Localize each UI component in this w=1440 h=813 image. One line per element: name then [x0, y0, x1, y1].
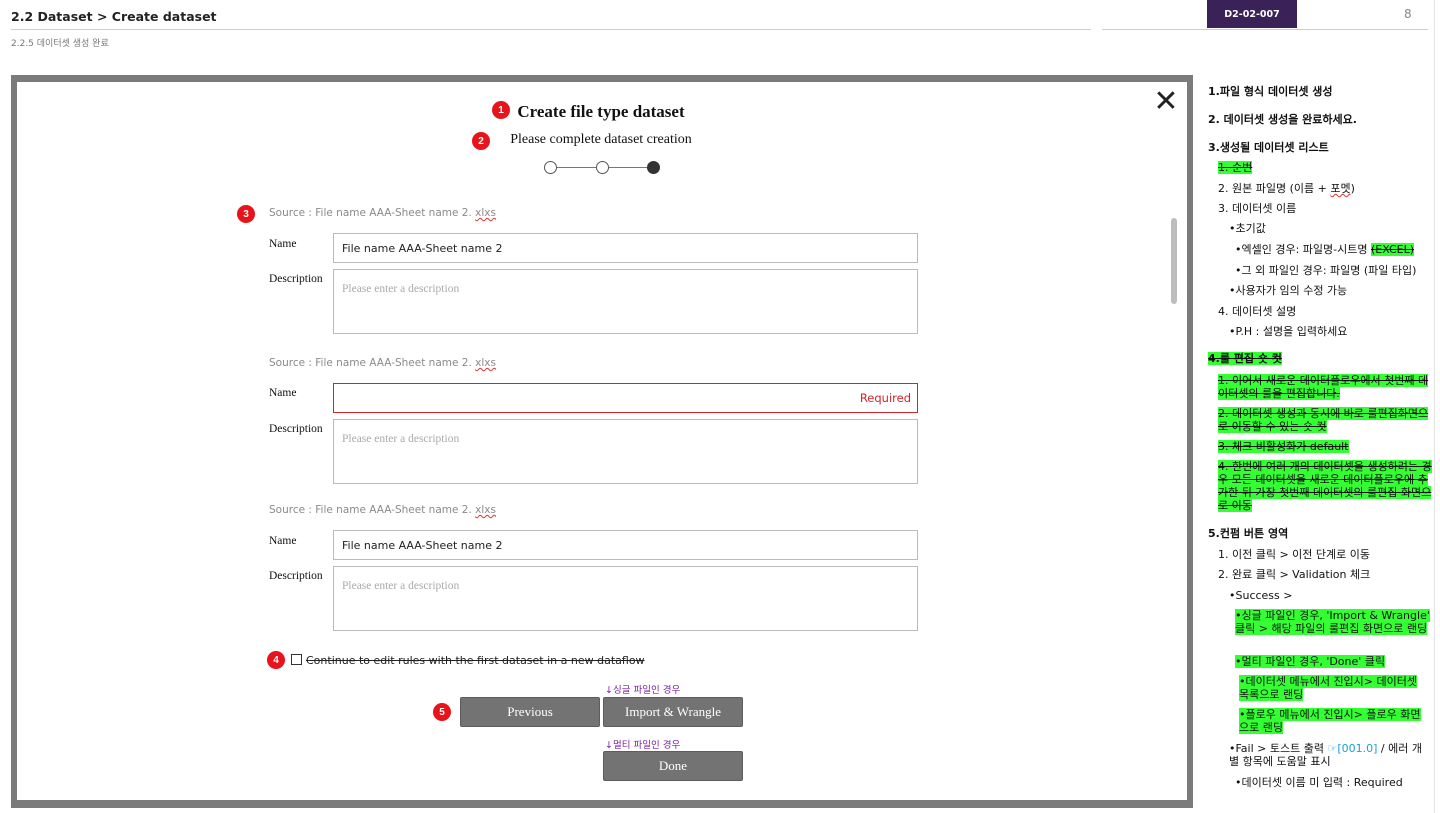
note-item: 2. 데이터셋 생성과 동시에 바로 룰편집화면으로 이동할 수 있는 숏 컷: [1218, 407, 1429, 433]
note-heading-5: 5.컨펌 버튼 영역: [1208, 527, 1289, 540]
dataset-source: Source : File name AAA-Sheet name 2. xlx…: [269, 207, 496, 219]
modal-scrollbar[interactable]: [1171, 218, 1177, 304]
note-item: •P.H : 설명을 입력하세요: [1229, 325, 1348, 338]
dataset-name-input[interactable]: File name AAA-Sheet name 2: [333, 233, 918, 263]
note-item: •멀티 파일인 경우, 'Done' 클릭: [1235, 655, 1386, 668]
modal-subtitle: Please complete dataset creation: [510, 132, 692, 147]
note-item: •사용자가 임의 수정 가능: [1229, 284, 1348, 297]
note-item: •Fail > 토스트 출력 ☞[001.0] / 에러 개별 항목에 도움말 …: [1229, 742, 1422, 768]
doc-id-badge: D2-02-007: [1207, 0, 1297, 28]
note-item: •엑셀인 경우: 파일명-시트명 (EXCEL): [1235, 243, 1415, 256]
dataset-description-input[interactable]: Please enter a description: [333, 269, 918, 334]
page-number: 8: [1404, 7, 1412, 21]
note-item: 2. 원본 파일명 (이름 + 포멧): [1218, 182, 1355, 195]
checkbox-icon[interactable]: [291, 654, 302, 665]
dataset-description-input[interactable]: Please enter a description: [333, 566, 918, 631]
note-item: •그 외 파일인 경우: 파일명 (파일 타입): [1235, 264, 1417, 277]
step-2-dot: [596, 161, 609, 174]
dataset-name-input-error[interactable]: Required: [333, 383, 918, 413]
continue-edit-rules-checkbox[interactable]: Continue to edit rules with the first da…: [291, 654, 645, 667]
note-item: •초기값: [1229, 222, 1266, 235]
description-label: Description: [269, 570, 323, 582]
name-label: Name: [269, 535, 297, 547]
note-item: 3. 데이터셋 이름: [1218, 202, 1297, 215]
page-edge: [1434, 0, 1435, 813]
note-heading-3: 3.생성될 데이터셋 리스트: [1208, 141, 1329, 154]
multi-file-note: ↓멀티 파일인 경우: [605, 740, 681, 751]
note-item: •싱글 파일인 경우, 'Import & Wrangle' 클릭 > 해당 파…: [1235, 609, 1430, 635]
note-item: •Success >: [1229, 589, 1293, 602]
previous-button[interactable]: Previous: [460, 697, 600, 727]
modal-title: Create file type dataset: [517, 102, 685, 121]
name-label: Name: [269, 387, 297, 399]
step-1-dot: [544, 161, 557, 174]
note-heading-2: 2. 데이터셋 생성을 완료하세요.: [1208, 113, 1357, 126]
note-heading-4: 4.룰 편집 숏 컷: [1208, 352, 1282, 365]
note-item: 1. 이전 클릭 > 이전 단계로 이동: [1218, 548, 1371, 561]
header-divider-right: [1102, 29, 1428, 30]
single-file-note: ↓싱글 파일인 경우: [605, 685, 681, 696]
note-item: •데이터셋 메뉴에서 진입시> 데이터셋 목록으로 랜딩: [1239, 675, 1417, 701]
note-item: •플로우 메뉴에서 진입시> 플로우 화면으로 랜딩: [1239, 708, 1421, 734]
annotation-marker-3: 3: [237, 205, 255, 223]
dataset-source: Source : File name AAA-Sheet name 2. xlx…: [269, 504, 496, 516]
description-label: Description: [269, 423, 323, 435]
name-label: Name: [269, 238, 297, 250]
done-button[interactable]: Done: [603, 751, 743, 781]
import-wrangle-button[interactable]: Import & Wrangle: [603, 697, 743, 727]
dataset-source: Source : File name AAA-Sheet name 2. xlx…: [269, 357, 496, 369]
annotation-marker-4: 4: [267, 651, 285, 669]
step-connector: [609, 167, 647, 168]
note-item: 1. 순번: [1218, 161, 1253, 174]
step-connector: [557, 167, 596, 168]
note-heading-1: 1.파일 형식 데이터셋 생성: [1208, 85, 1333, 98]
step-3-dot-active: [647, 161, 660, 174]
note-item: 1. 이어서 새로운 데이터플로우에서 첫번째 데이터셋의 룰을 편집합니다.: [1218, 374, 1429, 400]
note-item: 2. 완료 클릭 > Validation 체크: [1218, 568, 1371, 581]
note-item: 4. 한번에 여러 개의 데이터셋을 생성하려는 경우 모든 데이터셋을 새로운…: [1218, 460, 1432, 512]
header-divider: [11, 29, 1091, 30]
dataset-description-input[interactable]: Please enter a description: [333, 419, 918, 484]
required-error-text: Required: [859, 391, 911, 405]
note-item: 3. 체크 비활성화가 default: [1218, 440, 1349, 453]
note-item: 4. 데이터셋 설명: [1218, 305, 1297, 318]
page-subtitle: 2.2.5 데이터셋 생성 완료: [11, 39, 109, 49]
dataset-name-input[interactable]: File name AAA-Sheet name 2: [333, 530, 918, 560]
annotation-marker-5: 5: [433, 703, 451, 721]
description-label: Description: [269, 273, 323, 285]
page-title: 2.2 Dataset > Create dataset: [11, 9, 217, 24]
note-item: •데이터셋 이름 미 입력 : Required: [1235, 776, 1403, 789]
